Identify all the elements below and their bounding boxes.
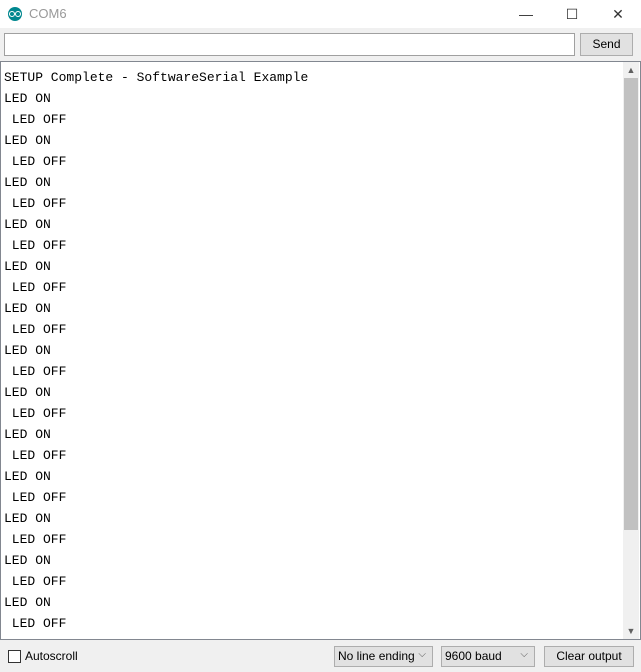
output-line: LED ON bbox=[4, 511, 51, 526]
output-line: LED OFF bbox=[4, 364, 67, 379]
output-line: LED OFF bbox=[4, 280, 67, 295]
output-line: LED OFF bbox=[4, 532, 67, 547]
output-line: LED OFF bbox=[4, 196, 67, 211]
bottom-bar: Autoscroll No line ending ⌵ 9600 baud ⌵ Cl… bbox=[0, 640, 641, 672]
close-button[interactable]: ✕ bbox=[595, 0, 641, 28]
arduino-logo-icon bbox=[8, 7, 22, 21]
output-line: LED OFF bbox=[4, 238, 67, 253]
clear-output-button[interactable]: Clear output bbox=[544, 646, 634, 667]
line-ending-select[interactable]: No line ending ⌵ bbox=[334, 646, 433, 667]
scrollbar-thumb[interactable] bbox=[624, 78, 638, 530]
chevron-down-icon: ⌵ bbox=[418, 649, 426, 660]
window-title: COM6 bbox=[29, 6, 67, 21]
minimize-button[interactable]: — bbox=[503, 0, 549, 28]
output-line: LED ON bbox=[4, 553, 51, 568]
scroll-up-icon[interactable]: ▲ bbox=[623, 62, 639, 78]
send-button[interactable]: Send bbox=[580, 33, 633, 56]
output-line: LED OFF bbox=[4, 406, 67, 421]
output-line: LED OFF bbox=[4, 448, 67, 463]
output-line: LED ON bbox=[4, 427, 51, 442]
output-line: LED ON bbox=[4, 301, 51, 316]
output-line: LED ON bbox=[4, 259, 51, 274]
vertical-scrollbar[interactable]: ▲ ▼ bbox=[623, 62, 639, 639]
output-line: LED ON bbox=[4, 175, 51, 190]
serial-output: SETUP Complete - SoftwareSerial Example L… bbox=[0, 61, 641, 640]
output-line: LED OFF bbox=[4, 154, 67, 169]
output-line: LED OFF bbox=[4, 112, 67, 127]
autoscroll-label: Autoscroll bbox=[25, 649, 78, 663]
scroll-down-icon[interactable]: ▼ bbox=[623, 623, 639, 639]
output-line: LED ON bbox=[4, 217, 51, 232]
output-line: LED OFF bbox=[4, 574, 67, 589]
maximize-button[interactable]: ☐ bbox=[549, 0, 595, 28]
output-line: SETUP Complete - SoftwareSerial Example bbox=[4, 70, 309, 85]
chevron-down-icon: ⌵ bbox=[520, 649, 528, 660]
output-line: LED ON bbox=[4, 133, 51, 148]
baud-value: 9600 baud bbox=[445, 649, 502, 663]
baud-select[interactable]: 9600 baud ⌵ bbox=[441, 646, 535, 667]
autoscroll-checkbox[interactable] bbox=[8, 650, 21, 663]
output-line: LED ON bbox=[4, 343, 51, 358]
output-line: LED ON bbox=[4, 385, 51, 400]
output-line: LED OFF bbox=[4, 490, 67, 505]
output-line: LED ON bbox=[4, 469, 51, 484]
serial-input[interactable] bbox=[4, 33, 575, 56]
output-text: SETUP Complete - SoftwareSerial Example L… bbox=[4, 67, 309, 639]
output-line: LED ON bbox=[4, 595, 51, 610]
output-line: LED OFF bbox=[4, 322, 67, 337]
title-bar: COM6 — ☐ ✕ bbox=[0, 0, 641, 28]
output-line: LED ON bbox=[4, 91, 51, 106]
output-line: LED OFF bbox=[4, 616, 67, 631]
line-ending-value: No line ending bbox=[338, 649, 415, 663]
